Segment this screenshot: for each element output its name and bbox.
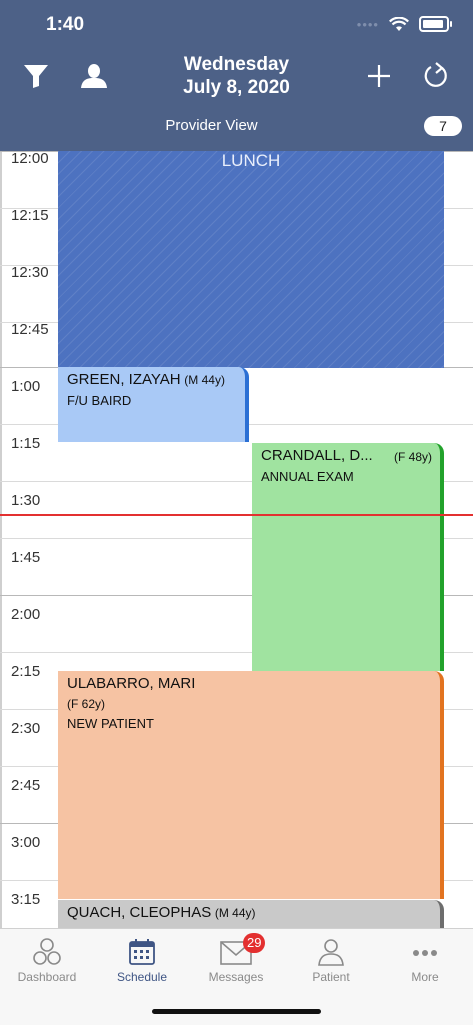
tab-more-label: More <box>411 970 439 984</box>
time-label: 1:45 <box>11 549 41 566</box>
patient-age: (F 48y) <box>393 450 432 464</box>
appointment-ulabarro-mari[interactable]: ULABARRO, MARI (F 62y) NEW PATIENT <box>58 671 444 899</box>
provider-view-label[interactable]: Provider View <box>0 117 423 134</box>
patient-age: (F 62y) <box>67 697 106 711</box>
tab-patient-label: Patient <box>312 970 350 984</box>
time-label: 12:00 <box>11 151 49 167</box>
header-day[interactable]: Wednesday <box>0 54 473 76</box>
count-badge[interactable]: 7 <box>424 116 462 136</box>
time-label: 2:00 <box>11 606 41 623</box>
time-label: 12:15 <box>11 207 49 224</box>
battery-icon <box>419 16 452 32</box>
tab-messages[interactable]: 29 Messages <box>189 933 283 984</box>
appointment-crandall[interactable]: CRANDALL, D... (F 48y) ANNUAL EXAM <box>252 443 444 671</box>
time-label: 3:00 <box>11 834 41 851</box>
tab-dashboard[interactable]: Dashboard <box>0 937 94 984</box>
visit-reason: F/U BAIRD <box>67 393 132 408</box>
time-label: 1:30 <box>11 492 41 509</box>
time-label: 1:00 <box>11 378 41 395</box>
tab-schedule-label: Schedule <box>116 970 168 984</box>
signal-icon: •••• <box>356 16 379 32</box>
patient-age: (M 44y) <box>184 373 225 387</box>
status-time: 1:40 <box>46 14 85 35</box>
visit-reason: ANNUAL EXAM <box>261 469 354 484</box>
time-label: 2:15 <box>11 663 41 680</box>
patient-name: ULABARRO, MARI <box>67 675 196 692</box>
time-label: 12:30 <box>11 264 49 281</box>
more-dots-icon <box>413 950 437 956</box>
visit-reason: NEW PATIENT <box>67 716 154 731</box>
tab-more[interactable]: More <box>378 937 472 984</box>
appointment-quach-cleophas[interactable]: QUACH, CLEOPHAS (M 44y) <box>58 900 444 928</box>
tab-schedule[interactable]: Schedule <box>95 937 189 984</box>
lunch-label: LUNCH <box>221 151 281 170</box>
plus-icon[interactable] <box>365 62 393 90</box>
home-indicator[interactable] <box>152 1009 321 1014</box>
schedule-calendar[interactable]: 12:00 12:15 12:30 12:45 1:00 1:15 1:30 1… <box>0 151 473 928</box>
header-date[interactable]: July 8, 2020 <box>0 77 473 99</box>
patient-person-icon <box>318 939 344 966</box>
messages-badge: 29 <box>243 933 266 953</box>
app-header: 1:40 •••• Wednesday July 8, 2020 Provide… <box>0 0 473 151</box>
patient-name: QUACH, CLEOPHAS <box>67 904 212 921</box>
time-label: 12:45 <box>11 321 49 338</box>
tab-dashboard-label: Dashboard <box>17 970 77 984</box>
patient-name: GREEN, IZAYAH <box>67 371 181 388</box>
appointment-green-izayah[interactable]: GREEN, IZAYAH (M 44y) F/U BAIRD <box>58 367 249 442</box>
time-label: 2:45 <box>11 777 41 794</box>
tab-messages-label: Messages <box>208 970 264 984</box>
status-icons: •••• <box>356 16 452 32</box>
refresh-icon[interactable] <box>423 62 451 90</box>
time-column-border <box>0 151 2 928</box>
patient-age: (M 44y) <box>214 906 256 920</box>
lunch-block[interactable]: LUNCH <box>58 151 444 368</box>
time-label: 1:15 <box>11 435 41 452</box>
time-label: 2:30 <box>11 720 41 737</box>
current-time-line <box>0 514 473 516</box>
dashboard-icon <box>33 938 61 965</box>
tab-patient[interactable]: Patient <box>284 937 378 984</box>
calendar-icon <box>129 939 155 965</box>
wifi-icon <box>389 16 409 31</box>
time-label: 3:15 <box>11 891 41 908</box>
